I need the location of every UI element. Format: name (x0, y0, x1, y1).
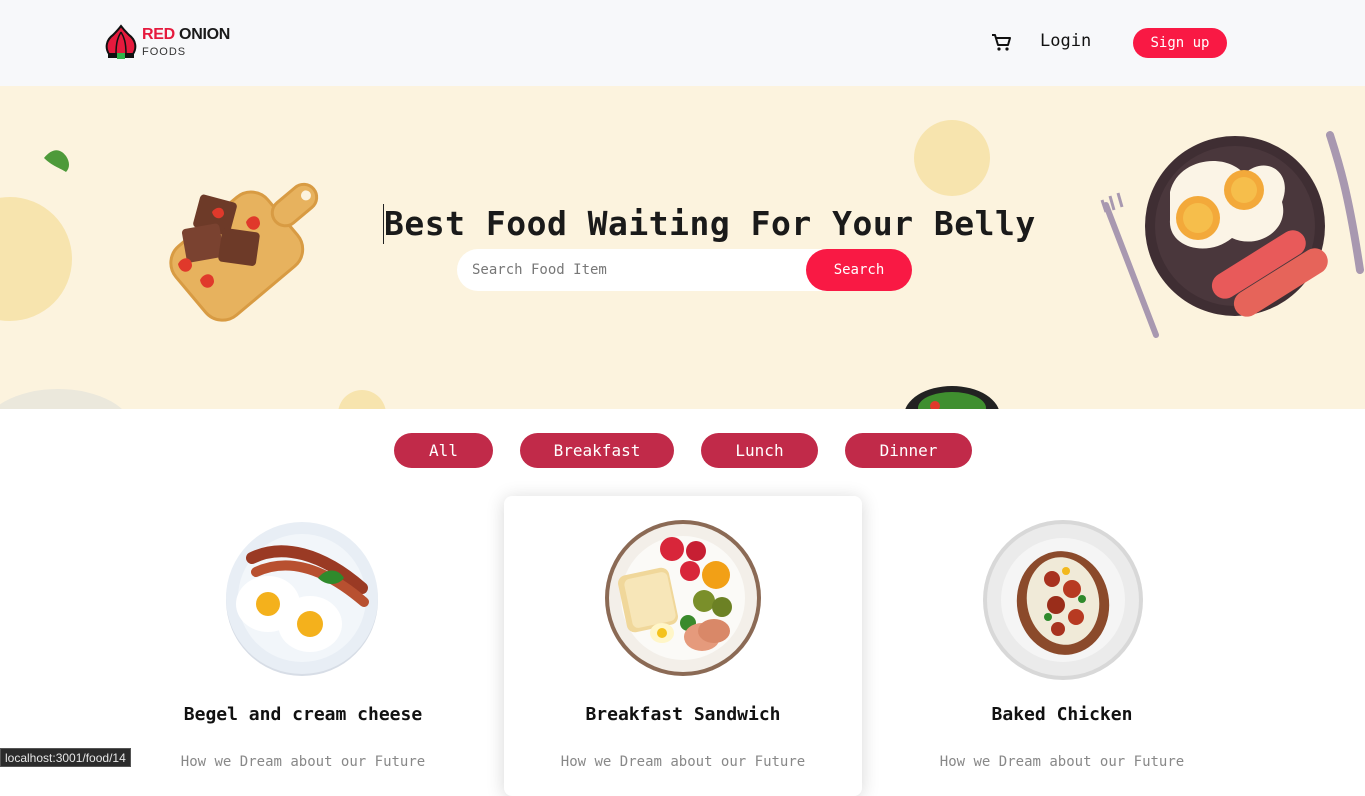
search-button[interactable]: Search (806, 249, 912, 291)
food-image (983, 520, 1143, 680)
tab-lunch[interactable]: Lunch (701, 433, 818, 468)
navbar: RED ONION FOODS Login Sign up (0, 0, 1365, 86)
onion-logo-icon (105, 24, 137, 59)
hero-title: Best Food Waiting For Your Belly (383, 204, 1036, 244)
link-status-bar: localhost:3001/food/14 (0, 748, 131, 767)
food-name: Begel and cream cheese (183, 704, 423, 725)
category-tabs: All Breakfast Lunch Dinner (0, 433, 1365, 468)
food-image (226, 522, 378, 676)
food-image (605, 520, 761, 676)
hero-banner: Best Food Waiting For Your Belly Search (0, 86, 1365, 409)
login-link[interactable]: Login (1040, 31, 1091, 51)
eggs-plate-image (1100, 131, 1364, 338)
tab-dinner[interactable]: Dinner (845, 433, 972, 468)
food-card[interactable]: Begel and cream cheese How we Dream abou… (124, 496, 482, 796)
food-description: How we Dream about our Future (180, 754, 426, 770)
signup-button[interactable]: Sign up (1133, 28, 1227, 58)
logo[interactable]: RED ONION FOODS (104, 24, 244, 62)
food-description: How we Dream about our Future (560, 754, 806, 770)
tab-breakfast[interactable]: Breakfast (520, 433, 674, 468)
logo-subtitle: FOODS (142, 46, 187, 58)
brownie-board-image (169, 182, 319, 322)
logo-title: RED ONION (142, 26, 230, 43)
food-card[interactable]: Baked Chicken How we Dream about our Fut… (883, 496, 1241, 796)
cart-icon[interactable] (990, 32, 1012, 52)
search-input[interactable] (457, 249, 827, 291)
food-description: How we Dream about our Future (939, 754, 1185, 770)
food-name: Baked Chicken (991, 704, 1133, 725)
food-name: Breakfast Sandwich (585, 704, 781, 725)
search-box: Search (457, 249, 912, 291)
tab-all[interactable]: All (394, 433, 493, 468)
food-card[interactable]: Breakfast Sandwich How we Dream about ou… (504, 496, 862, 796)
